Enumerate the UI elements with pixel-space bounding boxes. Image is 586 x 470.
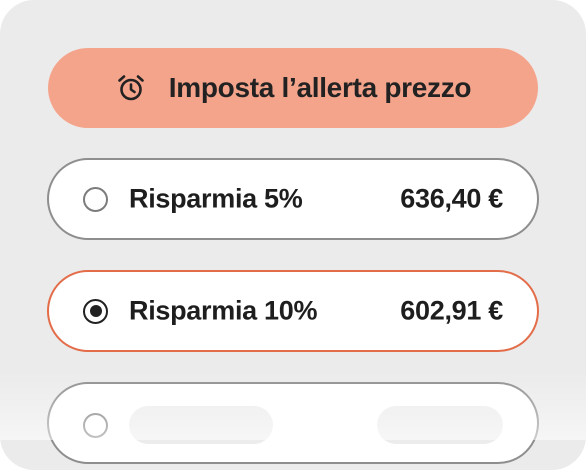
option-save-10[interactable]: Risparmia 10% 602,91 € [47, 270, 539, 352]
option-price: 602,91 € [400, 295, 503, 326]
set-price-alert-label: Imposta l’allerta prezzo [168, 72, 472, 103]
radio-button[interactable] [83, 186, 108, 212]
set-price-alert-button[interactable]: Imposta l’allerta prezzo [48, 48, 538, 128]
option-label: Risparmia 10% [129, 295, 318, 326]
option-label: Risparmia 5% [129, 183, 303, 214]
radio-button[interactable] [83, 412, 108, 438]
option-price: 636,40 € [400, 183, 503, 214]
alarm-clock-icon [115, 72, 147, 104]
option-save-5[interactable]: Risparmia 5% 636,40 € [47, 158, 539, 240]
option-loading[interactable] [47, 382, 539, 464]
price-alert-panel: Imposta l’allerta prezzo Risparmia 5% 63… [0, 0, 586, 470]
label-skeleton [129, 406, 273, 444]
price-skeleton [377, 406, 503, 444]
radio-button-selected[interactable] [83, 298, 108, 324]
